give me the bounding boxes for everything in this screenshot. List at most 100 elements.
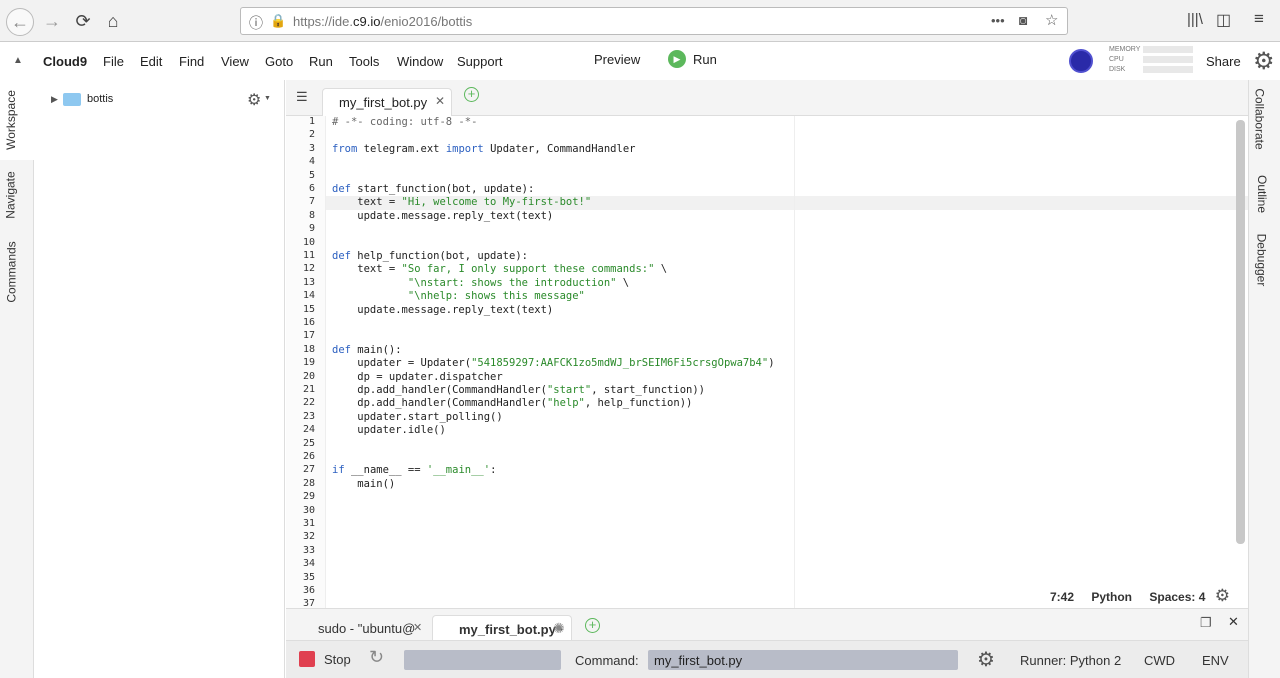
tree-settings-caret-icon[interactable]: ▼	[264, 95, 271, 102]
tree-root-folder[interactable]: bottis	[87, 93, 113, 105]
code-line[interactable]: dp.add_handler(CommandHandler("start", s…	[332, 384, 705, 397]
tab-debugger-label: Debugger	[1254, 233, 1269, 287]
menu-run[interactable]: Run	[309, 54, 333, 69]
cloud9-menu[interactable]: Cloud9	[43, 54, 87, 69]
home-button[interactable]: ⌂	[101, 9, 125, 33]
menu-tools[interactable]: Tools	[349, 54, 379, 69]
language-mode[interactable]: Python	[1091, 590, 1132, 604]
menu-find[interactable]: Find	[179, 54, 204, 69]
code-line[interactable]: dp = updater.dispatcher	[332, 371, 502, 384]
code-line[interactable]: if __name__ == '__main__':	[332, 464, 496, 477]
code-line[interactable]: update.message.reply_text(text)	[332, 304, 553, 317]
collapse-arrow-icon[interactable]: ▲	[13, 55, 23, 66]
menu-view[interactable]: View	[221, 54, 249, 69]
forward-button[interactable]: →	[40, 9, 64, 33]
cursor-position[interactable]: 7:42	[1050, 590, 1074, 604]
back-button[interactable]: ←	[6, 8, 34, 36]
code-line[interactable]: updater.idle()	[332, 424, 446, 437]
pocket-icon[interactable]: ◙	[1019, 12, 1027, 28]
avatar[interactable]	[1069, 49, 1093, 73]
preview-button[interactable]: Preview	[594, 52, 640, 67]
menu-support[interactable]: Support	[457, 54, 503, 69]
preferences-gear-icon[interactable]: ⚙	[1253, 47, 1275, 76]
stop-button[interactable]: Stop	[324, 652, 351, 667]
cpu-bar	[1143, 56, 1193, 63]
tab-list-icon[interactable]: ☰	[296, 89, 308, 105]
run-button[interactable]: Run	[693, 52, 717, 67]
line-number: 15	[302, 303, 315, 315]
page-actions-button[interactable]: •••	[991, 13, 1005, 28]
print-margin	[794, 116, 795, 608]
code-line[interactable]: dp.add_handler(CommandHandler("help", he…	[332, 397, 692, 410]
editor-settings-gear-icon[interactable]: ⚙	[1215, 586, 1230, 605]
left-panel-tabs: Workspace Navigate Commands	[0, 80, 34, 678]
tab-debugger[interactable]: Debugger	[1249, 226, 1280, 296]
line-number: 34	[302, 558, 315, 570]
menu-goto[interactable]: Goto	[265, 54, 293, 69]
code-line[interactable]: def help_function(bot, update):	[332, 250, 528, 263]
close-console-icon[interactable]: ✕	[1228, 614, 1239, 630]
tab-collaborate[interactable]: Collaborate	[1249, 80, 1280, 160]
runner-select[interactable]: Runner: Python 2	[1020, 653, 1121, 668]
menu-file[interactable]: File	[103, 54, 124, 69]
close-tab-icon[interactable]: ✕	[435, 94, 445, 108]
line-number: 31	[302, 518, 315, 529]
share-button[interactable]: Share	[1206, 54, 1241, 69]
memory-label: MEMORY	[1109, 46, 1141, 53]
command-label: Command:	[575, 653, 639, 668]
close-terminal-tab-icon[interactable]: ✕	[413, 621, 422, 634]
command-input-value: my_first_bot.py	[654, 653, 743, 668]
code-line[interactable]: text = "So far, I only support these com…	[332, 263, 667, 276]
runner-tab-label: my_first_bot.py ·	[459, 622, 564, 637]
indent-setting[interactable]: Spaces: 4	[1149, 590, 1205, 604]
tab-navigate[interactable]: Navigate	[0, 160, 34, 230]
editor-scrollbar[interactable]	[1236, 120, 1245, 544]
code-line[interactable]: # -*- coding: utf-8 -*-	[332, 116, 477, 129]
runner-settings-gear-icon[interactable]: ⚙	[977, 647, 995, 672]
expand-arrow-icon[interactable]: ▶	[51, 94, 58, 105]
url-bar[interactable]: ⓘ 🔒 https://ide.c9.io/enio2016/bottis ••…	[240, 7, 1068, 35]
info-icon[interactable]: ⓘ	[249, 13, 263, 33]
restart-icon[interactable]: ↻	[369, 647, 384, 668]
code-line[interactable]: def start_function(bot, update):	[332, 183, 534, 196]
tab-workspace[interactable]: Workspace	[0, 80, 34, 160]
code-line[interactable]: "\nhelp: shows this message"	[332, 290, 585, 303]
menu-window[interactable]: Window	[397, 54, 443, 69]
line-number: 20	[302, 370, 315, 382]
library-icon[interactable]: |||\	[1187, 11, 1203, 28]
debugger-toggle[interactable]	[404, 650, 561, 670]
line-number: 3	[308, 142, 315, 154]
maximize-console-icon[interactable]: ❐	[1200, 615, 1212, 631]
code-line[interactable]: updater.start_polling()	[332, 411, 502, 424]
new-console-tab-plus-icon[interactable]: +	[585, 618, 600, 633]
bookmark-star-icon[interactable]: ☆	[1045, 11, 1058, 29]
tab-outline-label: Outline	[1255, 174, 1270, 214]
tab-outline[interactable]: Outline	[1249, 162, 1280, 222]
env-button[interactable]: ENV	[1202, 653, 1229, 668]
code-line[interactable]: def main():	[332, 344, 402, 357]
run-play-icon[interactable]: ▶	[668, 50, 686, 68]
code-line[interactable]: main()	[332, 478, 395, 491]
tab-commands[interactable]: Commands	[0, 232, 34, 312]
disk-bar	[1143, 66, 1193, 73]
sidebar-toggle-icon[interactable]: ◫	[1216, 10, 1231, 30]
new-tab-plus-icon[interactable]: +	[464, 87, 479, 102]
stop-square-icon[interactable]	[299, 651, 315, 667]
hamburger-menu-icon[interactable]: ≡	[1254, 9, 1264, 29]
editor-tabbar: ☰ my_first_bot.py ✕ +	[286, 80, 1248, 116]
menu-edit[interactable]: Edit	[140, 54, 162, 69]
code-line[interactable]: text = "Hi, welcome to My-first-bot!"	[332, 196, 591, 209]
reload-button[interactable]: ⟳	[71, 9, 95, 33]
editor-tab-my-first-bot[interactable]: my_first_bot.py ✕	[322, 88, 452, 116]
line-number: 2	[308, 129, 315, 141]
command-input[interactable]: my_first_bot.py	[648, 650, 958, 670]
tree-settings-gear-icon[interactable]: ⚙	[247, 90, 261, 110]
code-line[interactable]: from telegram.ext import Updater, Comman…	[332, 143, 635, 156]
code-editor[interactable]: 1 2 3 4 5 6 7 8 9 10 11 12 13 14 15 16 17 18 19 20 21 22 23 24 2…	[286, 116, 1248, 608]
code-line[interactable]: updater = Updater("541859297:AAFCK1zo5md…	[332, 357, 774, 370]
code-line[interactable]: "\nstart: shows the introduction" \	[332, 277, 629, 290]
cwd-button[interactable]: CWD	[1144, 653, 1175, 668]
line-number: 22	[302, 397, 315, 409]
code-line[interactable]: update.message.reply_text(text)	[332, 210, 553, 223]
runner-tab[interactable]: my_first_bot.py · ✺	[432, 615, 572, 641]
